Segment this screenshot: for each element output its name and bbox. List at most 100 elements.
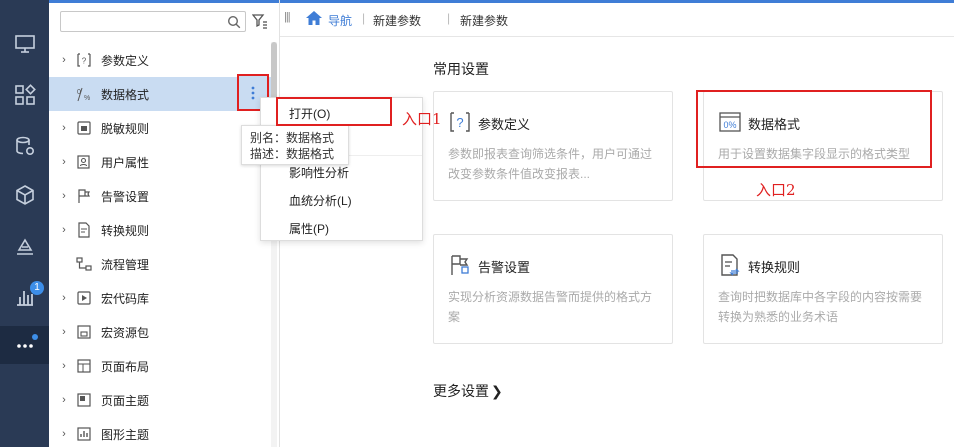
tree-item-label: 图形主题 (101, 427, 150, 442)
svg-text:?: ? (82, 57, 87, 66)
tree-item[interactable]: › 宏资源包 (49, 315, 271, 349)
tree-item[interactable]: › 转换规则 (49, 213, 271, 247)
tree-item[interactable]: › 页面布局 (49, 349, 271, 383)
tree-item[interactable]: › 宏代码库 (49, 281, 271, 315)
chevron-right-icon[interactable]: › (55, 190, 73, 202)
chevron-right-icon[interactable]: › (55, 428, 73, 440)
chevron-right-icon[interactable]: › (55, 54, 73, 66)
chevron-right-icon[interactable]: › (55, 360, 73, 372)
resource-tree-panel: ›? 参数定义 0% 数据格式 › 脱敏规则 › 用户属性 › 告警设置 › 转换规则 流程管理 › 宏代码… (49, 0, 280, 447)
svg-text:?: ? (456, 115, 463, 130)
tree-item[interactable]: 流程管理 (49, 247, 271, 281)
convert-rule-icon (78, 222, 90, 238)
highlight-box-entry1 (276, 97, 392, 126)
more-settings-label: 更多设置 (433, 383, 489, 399)
cube-icon (15, 185, 34, 205)
breadcrumb-separator: | (447, 11, 451, 25)
tree-item[interactable]: › 用户属性 (49, 145, 271, 179)
tree-item[interactable]: › 图形主题 (49, 417, 271, 447)
chevron-right-icon: ❯ (491, 383, 503, 399)
tree-item-label: 脱敏规则 (101, 121, 150, 136)
tree-item-label: 告警设置 (101, 189, 150, 204)
tree-item[interactable]: › 告警设置 (49, 179, 271, 213)
scrollbar-thumb[interactable] (271, 42, 277, 100)
vertical-dots-icon (251, 86, 255, 99)
chevron-right-icon[interactable]: › (55, 156, 73, 168)
search-input[interactable] (60, 11, 246, 32)
rail-more[interactable] (0, 326, 49, 364)
rail-components[interactable] (0, 78, 49, 112)
parameter-icon: ? (450, 112, 470, 132)
card-title: 告警设置 (478, 260, 531, 275)
page-theme-icon (77, 393, 91, 407)
card-convert-rules[interactable]: 转换规则 查询时把数据库中各字段的内容按需要转换为熟悉的业务术语 (703, 234, 943, 344)
chevron-right-icon[interactable]: › (55, 292, 73, 304)
annotation-entry2: 入口2 (756, 181, 796, 199)
breadcrumb-item-current[interactable]: 新建参数 (460, 12, 508, 29)
alert-flag-icon (451, 255, 469, 275)
rail-cube[interactable] (0, 178, 49, 212)
chevron-right-icon[interactable]: › (55, 122, 73, 134)
chart-theme-icon (77, 427, 91, 441)
card-alert-settings[interactable]: 告警设置 实现分析资源数据告警而提供的格式方案 (433, 234, 673, 344)
alert-flag-icon (78, 189, 90, 203)
section-title: 常用设置 (433, 61, 489, 77)
card-title: 参数定义 (478, 117, 531, 132)
chevron-right-icon[interactable]: › (55, 326, 73, 338)
search-icon[interactable] (227, 15, 241, 29)
filter-icon[interactable] (252, 13, 268, 29)
user-attribute-icon (77, 155, 90, 169)
tree-item-label: 流程管理 (101, 257, 150, 272)
svg-text:%: % (84, 95, 90, 102)
modeling-icon (16, 238, 33, 255)
menu-item-properties[interactable]: 属性(P) (261, 215, 422, 243)
components-icon (14, 84, 36, 105)
home-icon[interactable] (305, 10, 323, 26)
monitor-icon (14, 35, 35, 53)
tree-item-label: 宏资源包 (101, 325, 150, 340)
database-settings-icon (15, 136, 34, 156)
convert-rule-icon (721, 254, 740, 276)
rail-modeling[interactable] (0, 229, 49, 263)
tree-item-label: 转换规则 (101, 223, 150, 238)
tree-item-label: 用户属性 (101, 155, 150, 170)
tree-item-label: 参数定义 (101, 53, 150, 68)
card-description: 查询时把数据库中各字段的内容按需要转换为熟悉的业务术语 (718, 290, 923, 324)
menu-item-lineage-analysis[interactable]: 血统分析(L) (261, 187, 422, 215)
card-description: 实现分析资源数据告警而提供的格式方案 (448, 290, 653, 324)
tree-item-label: 页面主题 (101, 393, 150, 408)
card-parameter-definition[interactable]: ? 参数定义 参数即报表查询筛选条件，用户可通过改变参数条件值改变报表... (433, 91, 673, 201)
rail-monitor[interactable] (0, 27, 49, 61)
item-tooltip: 别名：数据格式 描述：数据格式 (241, 125, 349, 165)
tooltip-alias: 别名：数据格式 (250, 131, 335, 145)
tree-item-label: 宏代码库 (101, 291, 150, 306)
rail-database[interactable] (0, 129, 49, 163)
left-icon-rail: 1 (0, 0, 49, 447)
notification-badge: 1 (30, 281, 44, 295)
rail-analysis[interactable]: 1 (0, 279, 49, 313)
workflow-icon (76, 257, 92, 271)
parameter-icon: ? (77, 53, 91, 67)
breadcrumb-separator: | (362, 11, 366, 25)
card-description: 参数即报表查询筛选条件，用户可通过改变参数条件值改变报表... (448, 147, 653, 181)
collapse-toggle[interactable]: ||| (284, 11, 291, 23)
highlight-box-entry2 (696, 90, 932, 168)
tree-item-label: 页面布局 (101, 359, 150, 374)
status-dot (32, 334, 38, 340)
breadcrumb-nav[interactable]: 导航 (328, 12, 352, 29)
page-layout-icon (77, 359, 91, 373)
macro-package-icon (77, 325, 91, 339)
macro-library-icon (77, 291, 91, 305)
tree-item[interactable]: › 脱敏规则 (49, 111, 271, 145)
mask-rule-icon (77, 121, 91, 135)
tree-item[interactable]: › 页面主题 (49, 383, 271, 417)
breadcrumb-item[interactable]: 新建参数 (373, 12, 421, 29)
chevron-right-icon[interactable]: › (55, 224, 73, 236)
chevron-right-icon[interactable]: › (55, 394, 73, 406)
accent-bar (49, 0, 279, 3)
annotation-entry1: 入口1 (402, 110, 442, 128)
data-format-icon: 0% (77, 87, 90, 102)
tooltip-desc: 描述：数据格式 (250, 147, 335, 161)
tree-item[interactable]: ›? 参数定义 (49, 43, 271, 77)
more-settings-link[interactable]: 更多设置 ❯ (433, 381, 503, 401)
